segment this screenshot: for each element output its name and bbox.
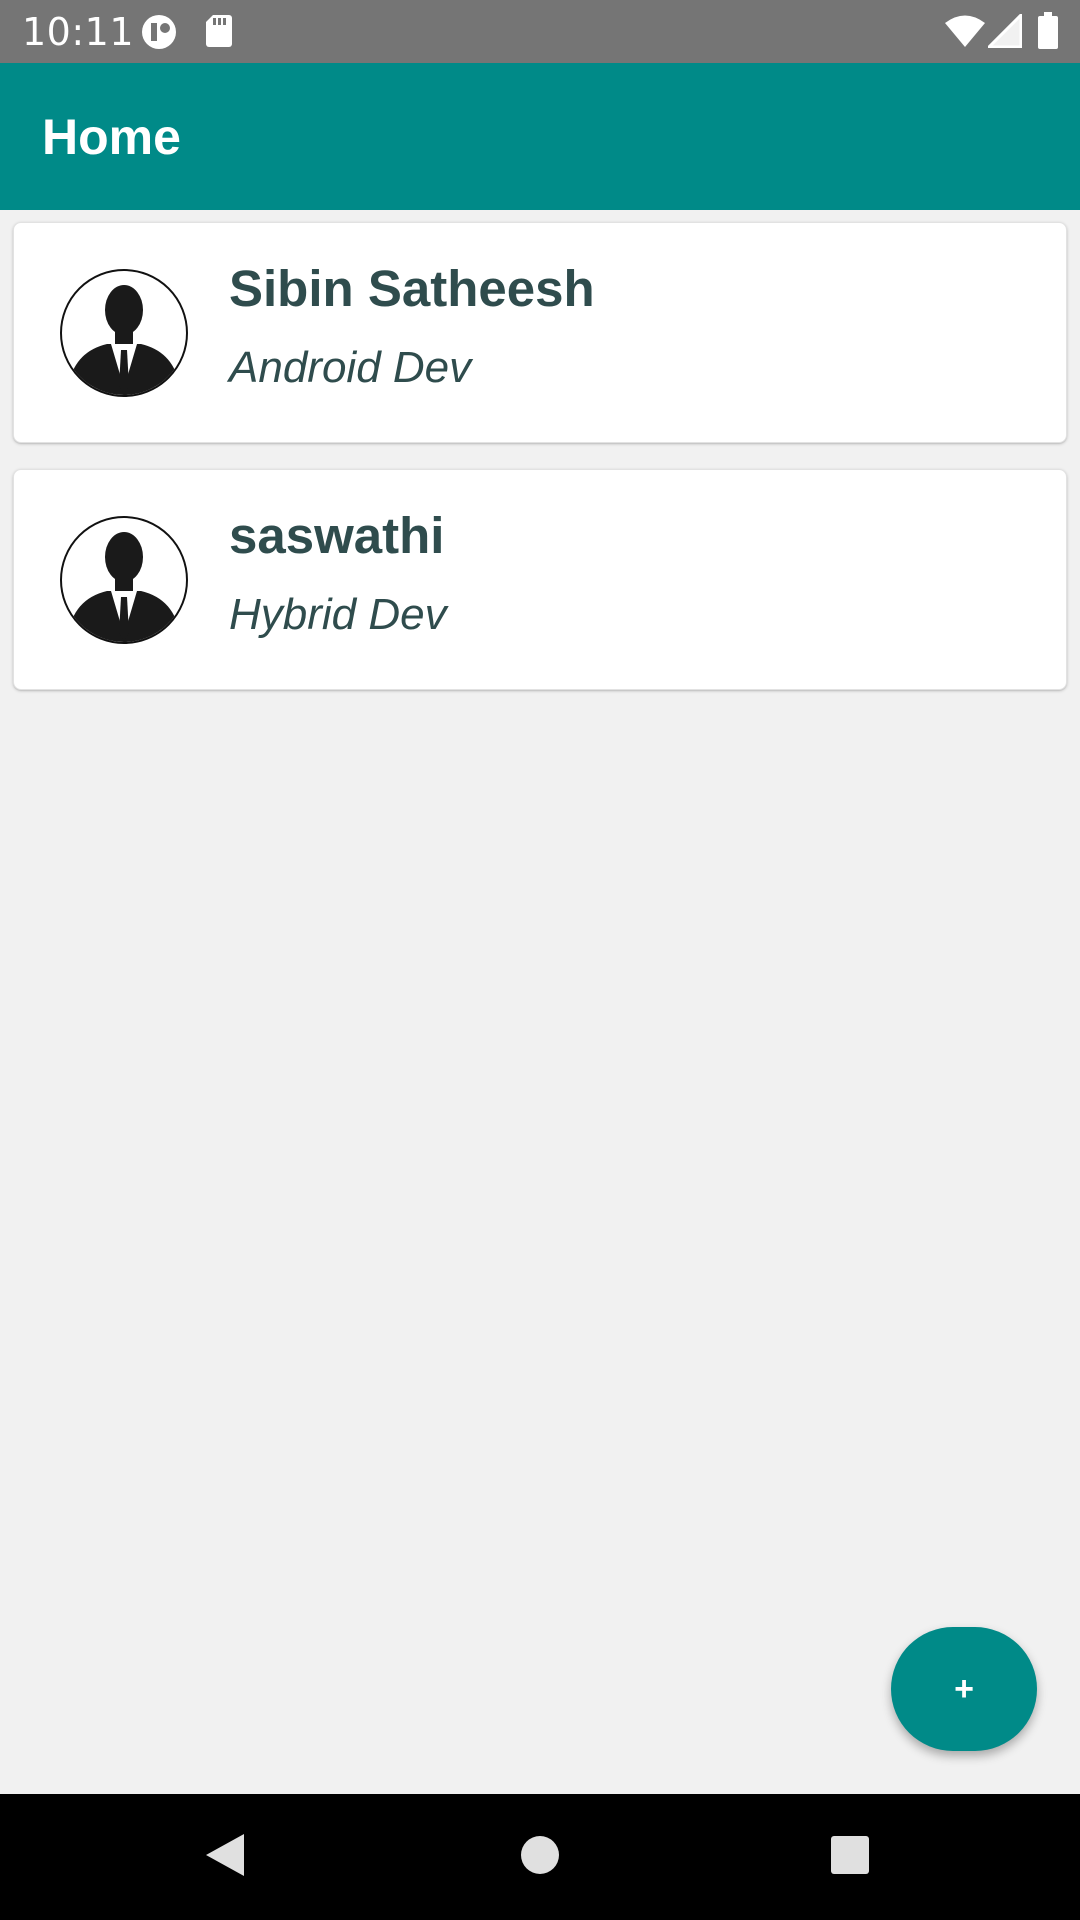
contact-role: Hybrid Dev — [229, 590, 447, 639]
page-title: Home — [42, 109, 181, 165]
back-button[interactable] — [190, 1794, 260, 1920]
app-bar: Home — [0, 63, 1080, 210]
contact-list: Sibin Satheesh Android Dev saswathi Hybr… — [13, 222, 1067, 716]
contact-card[interactable]: saswathi Hybrid Dev — [13, 469, 1067, 690]
contact-card[interactable]: Sibin Satheesh Android Dev — [13, 222, 1067, 443]
person-silhouette-icon — [59, 515, 189, 645]
wifi-icon — [944, 14, 986, 53]
status-bar: 10:11 — [0, 0, 1080, 63]
contact-name: Sibin Satheesh — [229, 260, 595, 317]
system-nav-bar — [0, 1794, 1080, 1920]
notification-app-icon — [141, 14, 179, 55]
add-contact-button[interactable]: + — [891, 1627, 1037, 1751]
contact-name: saswathi — [229, 507, 445, 564]
person-silhouette-icon — [59, 268, 189, 398]
cell-signal-icon — [985, 11, 1023, 53]
add-icon: + — [954, 1669, 974, 1708]
home-button[interactable] — [500, 1794, 580, 1920]
back-icon — [204, 1832, 246, 1883]
sd-card-icon — [205, 14, 233, 53]
recents-icon — [830, 1835, 870, 1880]
contact-role: Android Dev — [229, 343, 472, 392]
battery-icon — [1037, 12, 1059, 55]
home-icon — [519, 1834, 561, 1881]
status-time: 10:11 — [22, 10, 135, 54]
recents-button[interactable] — [810, 1794, 890, 1920]
